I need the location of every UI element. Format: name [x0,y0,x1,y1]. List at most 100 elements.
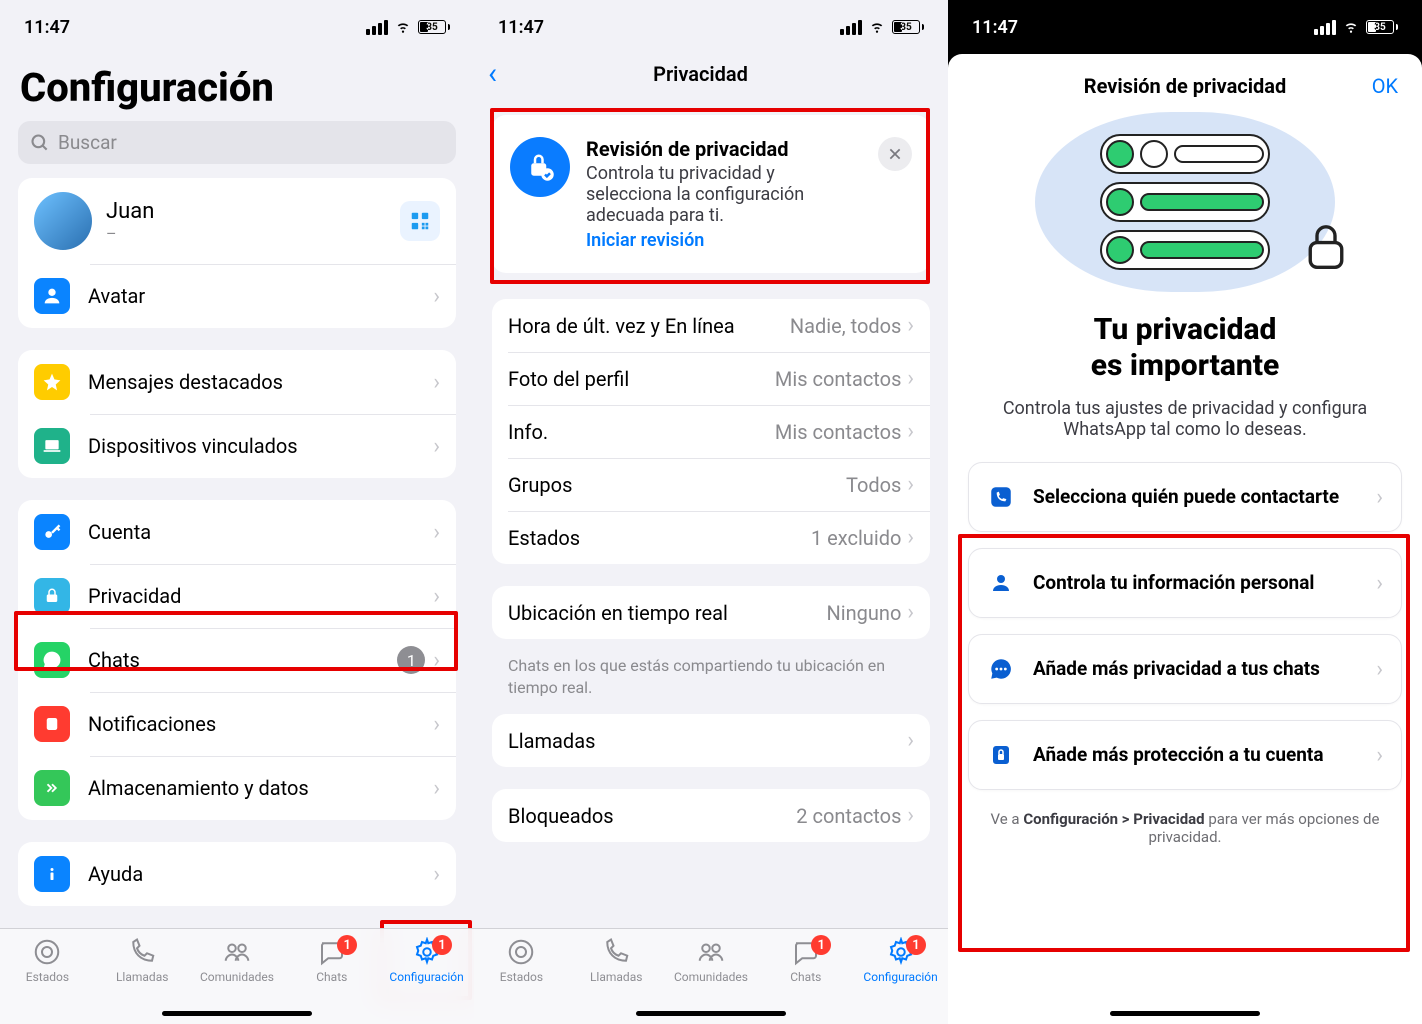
chevron-right-icon: › [1376,657,1383,682]
tab-status[interactable]: Estados [0,937,95,1024]
tab-bar: Estados Llamadas Comunidades Chats1 Conf… [0,928,474,1024]
account-label: Cuenta [88,520,433,544]
signal-icon [840,20,862,35]
chevron-right-icon: › [907,600,914,625]
photo-row[interactable]: Foto del perfilMis contactos› [492,352,930,405]
nav-title: Privacidad [497,62,904,86]
help-card: Ayuda › [18,842,456,906]
wifi-icon [394,20,412,34]
option-account-protection[interactable]: Añade más protección a tu cuenta › [968,720,1402,790]
chats-row[interactable]: Chats 1 › [18,628,456,692]
tab-badge: 1 [906,935,926,955]
communities-icon [222,937,252,967]
privacy-label: Privacidad [88,584,433,608]
chevron-right-icon: › [907,472,914,497]
option-contact[interactable]: Selecciona quién puede contactarte › [968,462,1402,532]
account-row[interactable]: Cuenta › [18,500,456,564]
back-button[interactable]: ‹ [488,56,497,91]
tab-config[interactable]: Configuración1 [379,937,474,1024]
lock-icon [34,578,70,614]
location-row[interactable]: Ubicación en tiempo realNinguno› [492,586,930,639]
chats-label: Chats [88,648,397,672]
chat-bubble-icon [987,655,1015,683]
sheet-title: Revisión de privacidad [1084,74,1286,98]
profile-row[interactable]: Juan – [18,178,456,264]
avatar-icon [34,278,70,314]
status-row[interactable]: Estados1 excluido› [492,511,930,564]
nav-bar: ‹ Privacidad [474,50,948,103]
lastseen-row[interactable]: Hora de últ. vez y En líneaNadie, todos› [492,299,930,352]
tab-bar: Estados Llamadas Comunidades Chats1 Conf… [474,928,948,1024]
chevron-right-icon: › [433,776,440,801]
privacy-review-promo[interactable]: Revisión de privacidad Controla tu priva… [492,115,930,273]
status-time: 11:47 [24,17,70,38]
location-card: Ubicación en tiempo realNinguno› [492,586,930,639]
avatar-row[interactable]: Avatar › [18,264,456,328]
option-chat-privacy[interactable]: Añade más privacidad a tus chats › [968,634,1402,704]
wifi-icon [1342,20,1360,34]
sheet: Revisión de privacidad OK Tu privacidad … [948,54,1422,1024]
chevron-right-icon: › [433,648,440,673]
screen-privacy-review: 11:47 35 Revisión de privacidad OK Tu pr… [948,0,1422,1024]
main-settings-card: Cuenta › Privacidad › Chats 1 › [18,500,456,820]
tab-config[interactable]: Configuración1 [853,937,948,1024]
status-bar: 11:47 35 [948,0,1422,50]
help-row[interactable]: Ayuda › [18,842,456,906]
battery-icon: 35 [418,20,450,34]
tab-status[interactable]: Estados [474,937,569,1024]
notifications-label: Notificaciones [88,712,433,736]
battery-icon: 35 [1366,20,1398,34]
whatsapp-icon [34,642,70,678]
sheet-header: Revisión de privacidad OK [968,74,1402,98]
phone-square-icon [987,483,1015,511]
signal-icon [366,20,388,35]
profile-name: Juan [106,199,400,224]
status-icon [506,937,536,967]
groups-row[interactable]: GruposTodos› [492,458,930,511]
tab-badge: 1 [811,935,831,955]
lock-illustration-icon [1299,220,1353,274]
chevron-right-icon: › [1376,571,1383,596]
screen-settings: 11:47 35 Configuración Buscar Juan – [0,0,474,1024]
blocked-row[interactable]: Bloqueados2 contactos› [492,789,930,842]
storage-row[interactable]: Almacenamiento y datos › [18,756,456,820]
close-button[interactable] [878,137,912,171]
phone-icon [127,937,157,967]
chevron-right-icon: › [907,313,914,338]
info-icon [34,856,70,892]
key-icon [34,514,70,550]
privacy-row[interactable]: Privacidad › [18,564,456,628]
ok-button[interactable]: OK [1372,74,1398,98]
starred-card: Mensajes destacados › Dispositivos vincu… [18,350,456,478]
calls-row[interactable]: Llamadas› [492,714,930,767]
starred-row[interactable]: Mensajes destacados › [18,350,456,414]
status-time: 11:47 [972,17,1018,38]
option-personal-info[interactable]: Controla tu información personal › [968,548,1402,618]
status-right: 35 [366,20,450,35]
star-icon [34,364,70,400]
help-label: Ayuda [88,862,433,886]
chevron-right-icon: › [433,434,440,459]
status-bar: 11:47 35 [474,0,948,50]
page-title: Configuración [0,50,474,121]
info-row[interactable]: Info.Mis contactos› [492,405,930,458]
chevron-right-icon: › [907,366,914,391]
linked-row[interactable]: Dispositivos vinculados › [18,414,456,478]
home-indicator [1110,1011,1260,1016]
qr-button[interactable] [400,201,440,241]
phone-icon [601,937,631,967]
notifications-row[interactable]: Notificaciones › [18,692,456,756]
chevron-right-icon: › [433,284,440,309]
promo-link[interactable]: Iniciar revisión [586,230,862,251]
tab-badge: 1 [337,935,357,955]
search-input[interactable]: Buscar [18,121,456,164]
chevron-right-icon: › [1376,485,1383,510]
close-icon [888,147,902,161]
profile-sub: – [106,224,400,243]
lock-square-icon [987,741,1015,769]
avatar [34,192,92,250]
chats-badge: 1 [397,646,425,674]
blocked-card: Bloqueados2 contactos› [492,789,930,842]
chevron-right-icon: › [433,370,440,395]
avatar-label: Avatar [88,284,433,308]
